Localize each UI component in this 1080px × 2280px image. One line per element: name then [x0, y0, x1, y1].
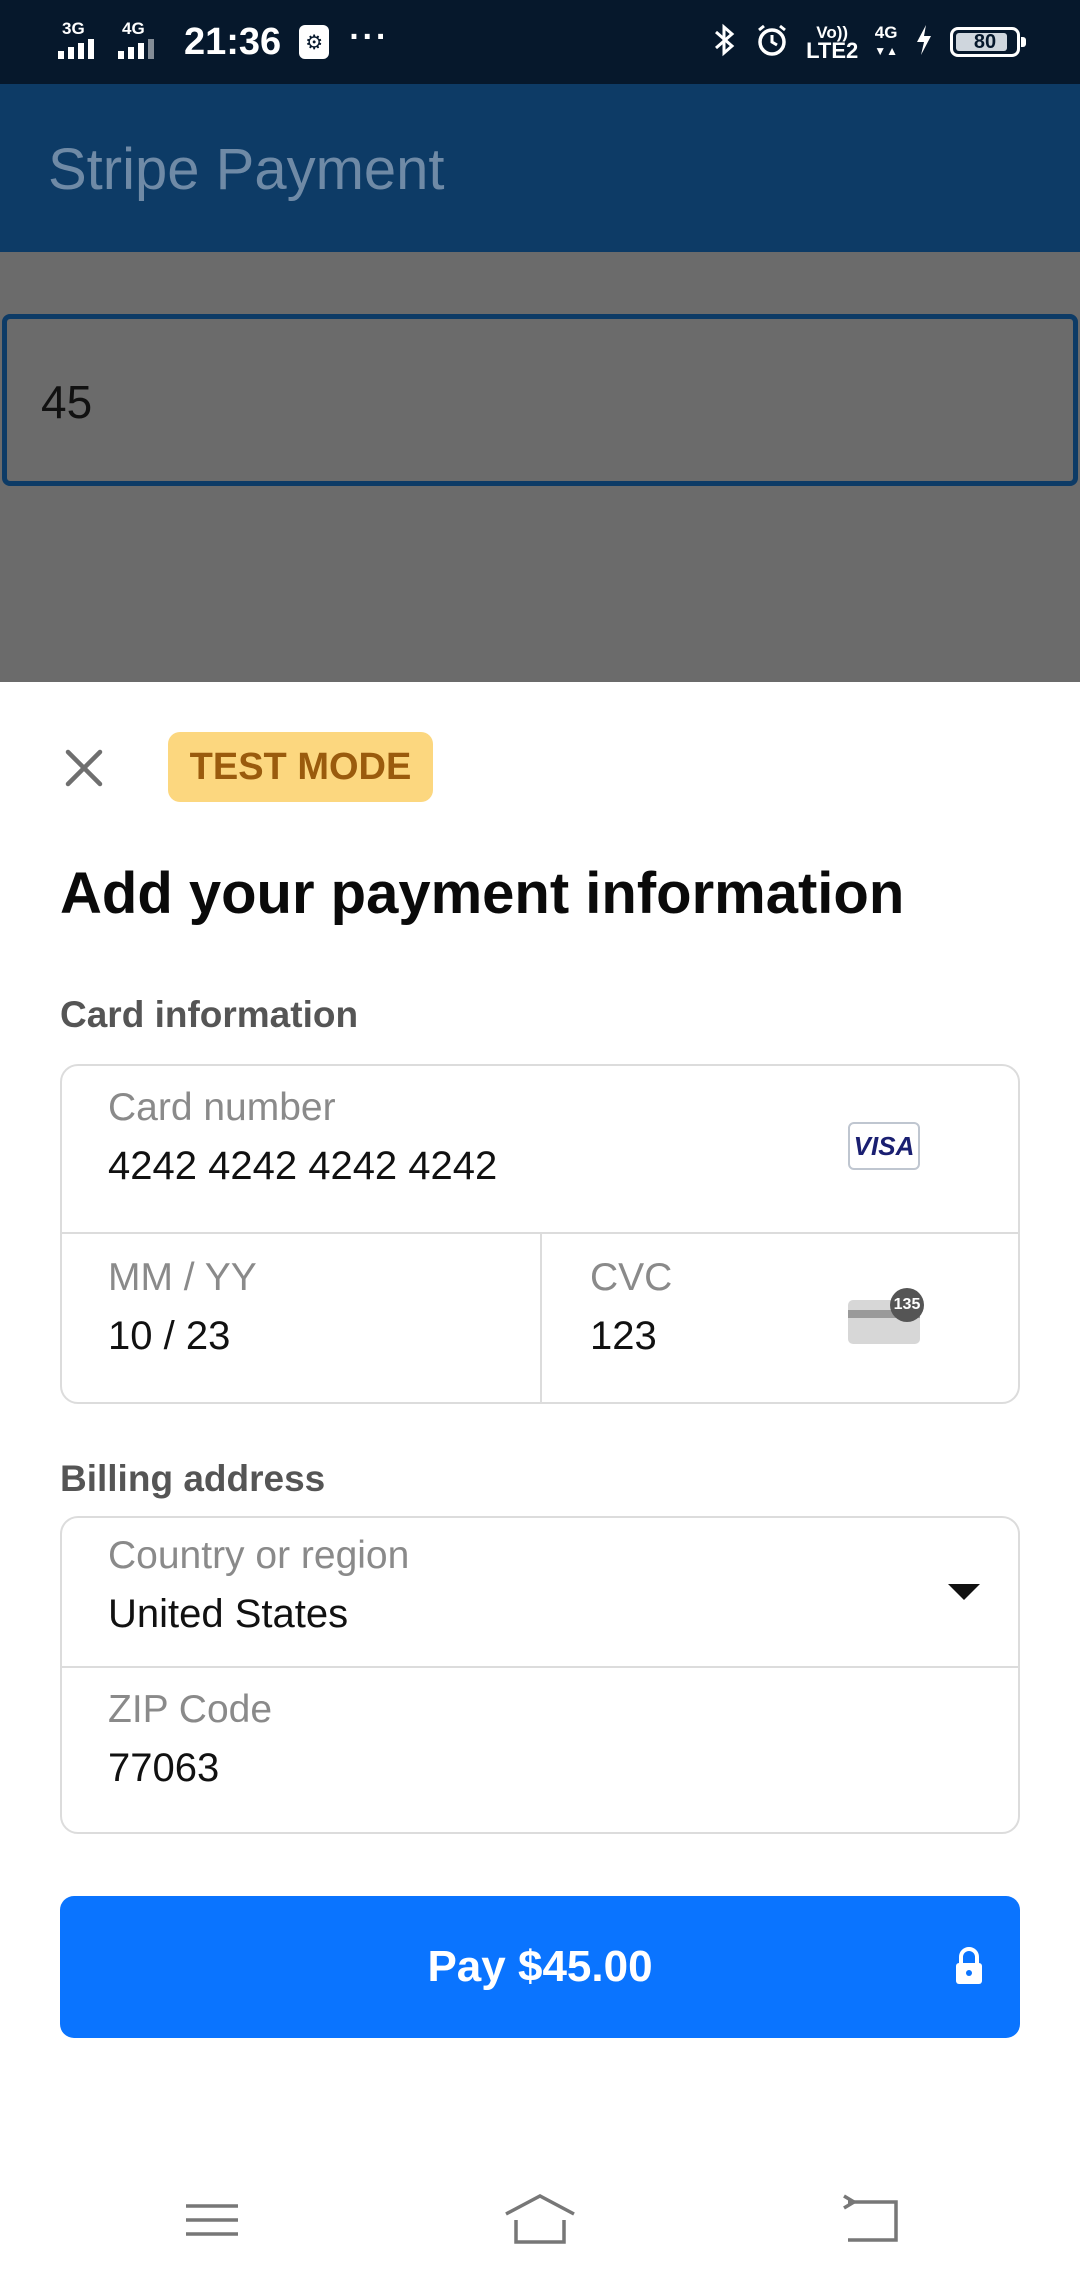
expiry-value: 10 / 23 — [108, 1314, 231, 1358]
amount-value: 45 — [41, 376, 93, 428]
card-number-value: 4242 4242 4242 4242 — [108, 1144, 498, 1188]
lte-label: LTE2 — [806, 38, 859, 63]
battery-level: 80 — [973, 30, 997, 53]
card-number-field[interactable]: Card number 4242 4242 4242 4242 VISA — [62, 1066, 1018, 1232]
pay-button[interactable]: Pay $45.00 — [60, 1896, 1020, 2038]
navigation-bar — [0, 2140, 1080, 2280]
cvc-label: CVC — [590, 1256, 673, 1299]
zip-field[interactable]: ZIP Code 77063 — [62, 1668, 1018, 1834]
billing-section-label: Billing address — [60, 1458, 326, 1499]
card-section-label: Card information — [60, 994, 359, 1035]
volte-indicator: Vo)) LTE2 — [806, 24, 859, 63]
close-button[interactable] — [60, 744, 108, 792]
charging-icon — [914, 23, 934, 62]
close-icon — [65, 749, 103, 787]
data-network-indicator: 4G ▼▲ — [874, 24, 898, 60]
back-button[interactable] — [830, 2190, 910, 2250]
data-arrows-icon: ▼▲ — [874, 44, 898, 58]
lock-icon — [956, 1947, 982, 1984]
country-value: United States — [108, 1592, 349, 1636]
status-bar: 3G 4G 21:36 ⚙ ··· Vo)) LTE2 4G ▼▲ 80 — [0, 0, 1080, 84]
network-type-right: 4G — [874, 23, 898, 42]
alarm-icon — [754, 22, 790, 63]
app-title: Stripe Payment — [48, 137, 445, 202]
usb-debug-icon: ⚙ — [299, 25, 330, 59]
billing-address-box: Country or region United States ZIP Code… — [60, 1516, 1020, 1834]
sheet-title: Add your payment information — [60, 861, 905, 926]
network-type-1: 3G — [62, 19, 85, 38]
bluetooth-icon — [712, 22, 738, 63]
amount-input[interactable]: 45 — [2, 314, 1078, 486]
country-label: Country or region — [108, 1534, 410, 1577]
card-number-label: Card number — [108, 1086, 336, 1129]
more-notifications-icon: ··· — [349, 17, 390, 56]
network-type-2: 4G — [122, 19, 145, 38]
signal-3g-icon: 3G — [58, 17, 108, 67]
expiry-label: MM / YY — [108, 1256, 257, 1299]
cvc-icon: 135 — [848, 1288, 924, 1344]
status-bar-left: 3G 4G 21:36 ⚙ ··· — [58, 14, 389, 70]
home-icon — [505, 2194, 575, 2244]
payment-sheet: TEST MODE Add your payment information C… — [0, 682, 1080, 2280]
signal-4g-icon: 4G — [118, 17, 168, 67]
menu-button[interactable] — [172, 2190, 252, 2250]
app-bar: Stripe Payment — [0, 84, 1080, 252]
cvc-field[interactable]: CVC 123 135 — [542, 1234, 1020, 1404]
back-icon — [843, 2194, 898, 2242]
test-mode-badge: TEST MODE — [168, 732, 433, 802]
cvc-hint: 135 — [890, 1288, 924, 1322]
status-bar-right: Vo)) LTE2 4G ▼▲ 80 — [712, 14, 1026, 70]
chevron-down-icon — [948, 1584, 980, 1600]
country-select[interactable]: Country or region United States — [62, 1518, 1018, 1666]
card-information-box: Card number 4242 4242 4242 4242 VISA MM … — [60, 1064, 1020, 1404]
pay-button-label: Pay $45.00 — [427, 1942, 653, 1991]
home-button[interactable] — [500, 2190, 580, 2250]
zip-label: ZIP Code — [108, 1688, 273, 1731]
cvc-value: 123 — [590, 1314, 657, 1358]
clock: 21:36 — [184, 20, 282, 63]
expiry-field[interactable]: MM / YY 10 / 23 — [62, 1234, 540, 1404]
menu-icon — [186, 2204, 238, 2236]
visa-icon: VISA — [848, 1122, 920, 1170]
battery-icon: 80 — [950, 27, 1026, 57]
zip-value: 77063 — [108, 1746, 220, 1790]
